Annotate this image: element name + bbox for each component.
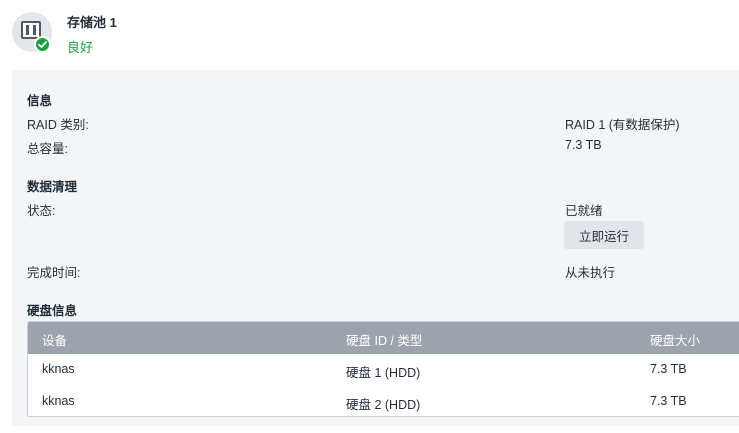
scrub-section-title: 数据清理	[27, 180, 78, 194]
raid-type-value: RAID 1 (有数据保护)	[565, 118, 680, 132]
cell-disk-id-type: 硬盘 2 (HDD)	[346, 398, 421, 412]
table-row[interactable]: kknas 硬盘 1 (HDD) 7.3 TB	[28, 354, 739, 386]
info-section-title: 信息	[27, 94, 53, 108]
pool-title: 存储池 1	[67, 15, 117, 30]
column-header-disk-size[interactable]: 硬盘大小	[650, 330, 700, 349]
total-capacity-value: 7.3 TB	[565, 138, 602, 152]
total-capacity-label: 总容量:	[27, 142, 68, 156]
cell-disk-id-type: 硬盘 1 (HDD)	[346, 366, 421, 380]
cell-disk-size: 7.3 TB	[650, 394, 687, 408]
raid-type-label: RAID 类别:	[27, 118, 89, 132]
cell-disk-size: 7.3 TB	[650, 362, 687, 376]
pool-status: 良好	[67, 40, 94, 55]
column-header-disk-id-type[interactable]: 硬盘 ID / 类型	[346, 330, 422, 349]
completed-time-label: 完成时间:	[27, 266, 81, 280]
column-header-device[interactable]: 设备	[42, 330, 67, 349]
table-row[interactable]: kknas 硬盘 2 (HDD) 7.3 TB	[28, 386, 739, 416]
table-header: 设备 硬盘 ID / 类型 硬盘大小	[28, 322, 739, 354]
cell-device: kknas	[42, 362, 75, 376]
storage-pool-icon	[12, 12, 52, 53]
pool-header: 存储池 1 良好	[0, 0, 739, 70]
cell-device: kknas	[42, 394, 75, 408]
check-badge-icon	[34, 36, 51, 53]
scrub-status-label: 状态:	[27, 204, 56, 218]
disk-table: 设备 硬盘 ID / 类型 硬盘大小 kknas 硬盘 1 (HDD) 7.3 …	[27, 321, 739, 417]
run-now-button[interactable]: 立即运行	[564, 221, 644, 249]
completed-time-value: 从未执行	[565, 266, 616, 280]
scrub-status-value: 已就绪	[565, 204, 603, 218]
disk-section-title: 硬盘信息	[27, 304, 78, 318]
